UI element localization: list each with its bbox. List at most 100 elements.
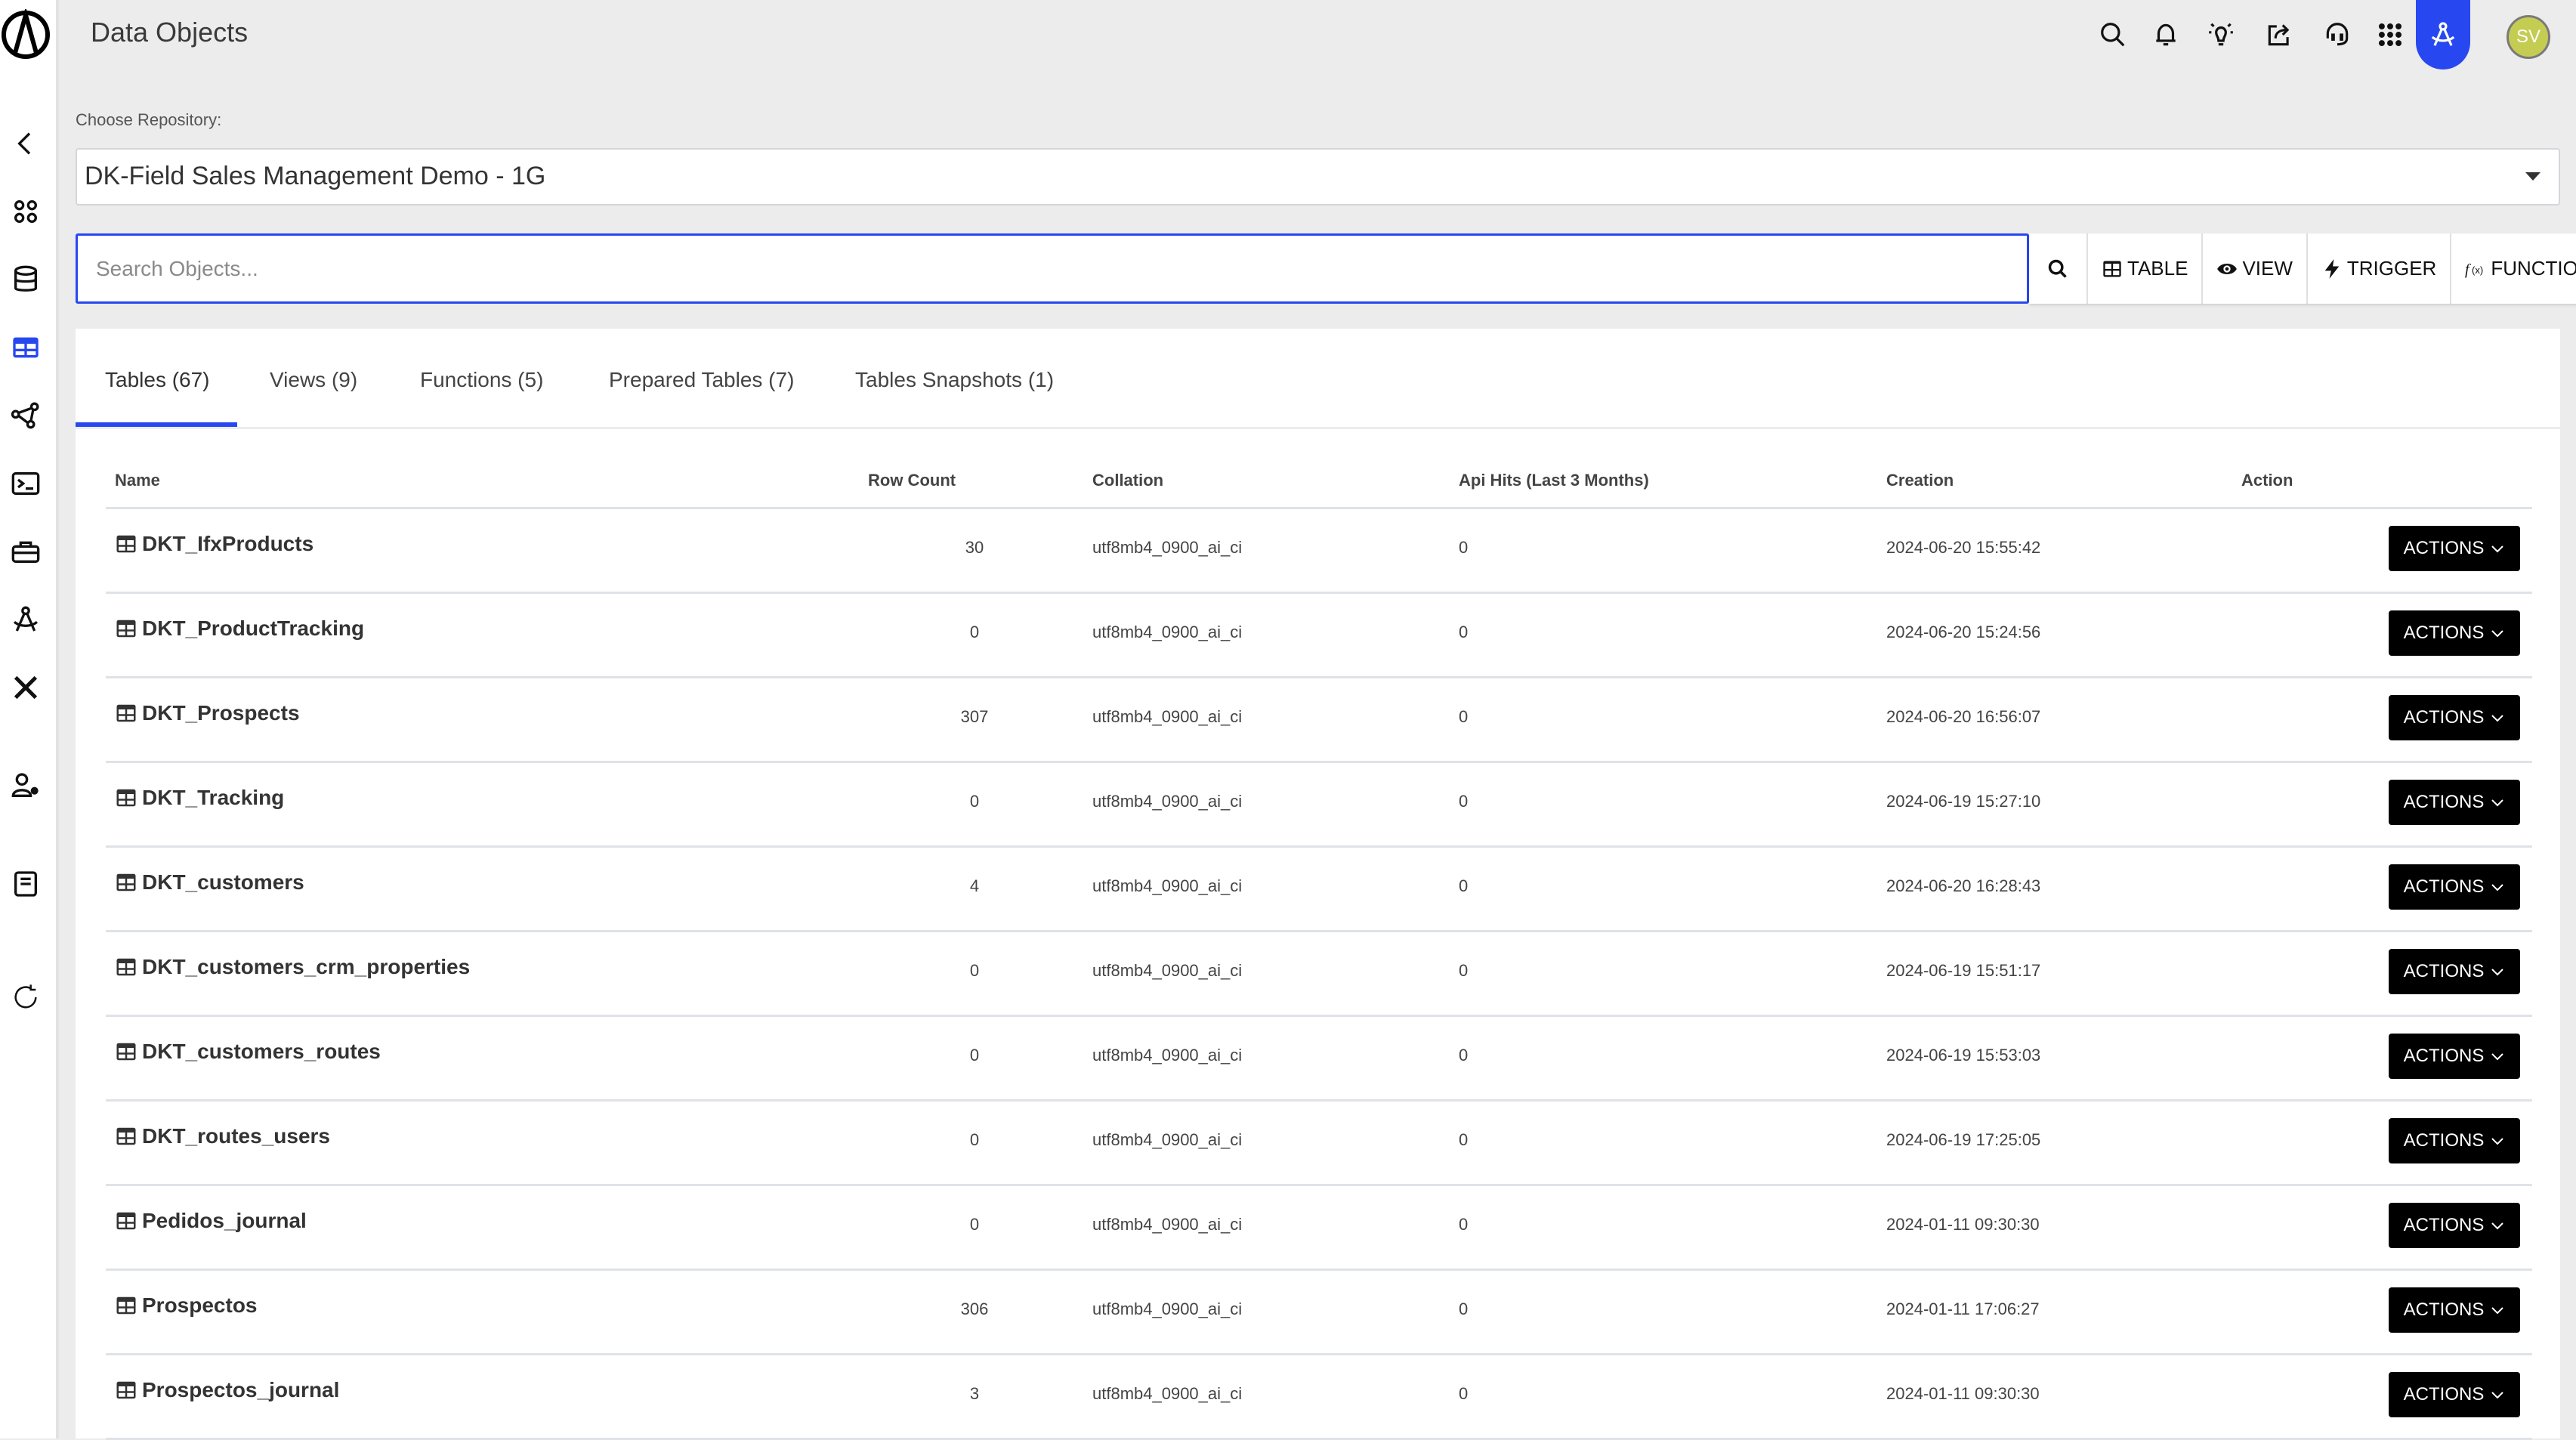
- table-name-text: DKT_routes_users: [142, 1124, 330, 1148]
- api-hits: 0: [1459, 961, 1469, 980]
- table-row[interactable]: DKT_Prospects 307 utf8mb4_0900_ai_ci 0 2…: [106, 678, 2532, 763]
- actions-button[interactable]: ACTIONS: [2389, 1118, 2520, 1163]
- actions-label: ACTIONS: [2403, 876, 2485, 897]
- create-table-button[interactable]: TABLE: [2086, 233, 2202, 304]
- object-tabs: Tables (67) Views (9) Functions (5) Prep…: [76, 329, 2560, 429]
- collation: utf8mb4_0900_ai_ci: [1092, 538, 1243, 557]
- lightbulb-icon[interactable]: [2204, 18, 2238, 51]
- actions-label: ACTIONS: [2403, 961, 2485, 981]
- table-name[interactable]: DKT_Tracking: [115, 786, 284, 810]
- table-name[interactable]: DKT_customers_routes: [115, 1040, 381, 1064]
- share-icon[interactable]: [2262, 18, 2296, 51]
- tab-views[interactable]: Views (9): [270, 368, 357, 392]
- actions-button[interactable]: ACTIONS: [2389, 1287, 2520, 1333]
- lightning-icon: [2324, 258, 2340, 279]
- table-name[interactable]: DKT_Prospects: [115, 701, 300, 725]
- table-row[interactable]: DKT_customers_routes 0 utf8mb4_0900_ai_c…: [106, 1017, 2532, 1102]
- actions-label: ACTIONS: [2403, 538, 2485, 558]
- table-name-text: DKT_Prospects: [142, 701, 300, 725]
- app-logo-icon[interactable]: [0, 6, 53, 62]
- table-name[interactable]: DKT_customers: [115, 870, 304, 895]
- compass-icon: [2431, 22, 2455, 46]
- column-header-collation: Collation: [1092, 471, 1164, 490]
- table-row[interactable]: DKT_routes_users 0 utf8mb4_0900_ai_ci 0 …: [106, 1102, 2532, 1186]
- actions-button[interactable]: ACTIONS: [2389, 1034, 2520, 1079]
- tools-icon[interactable]: [9, 671, 42, 704]
- column-header-row-count: Row Count: [868, 471, 956, 490]
- collapse-chevron-icon[interactable]: [9, 127, 42, 160]
- search-input[interactable]: [76, 233, 2029, 304]
- creation-date: 2024-06-19 17:25:05: [1886, 1130, 2041, 1149]
- book-icon[interactable]: [9, 867, 42, 901]
- data-objects-icon[interactable]: [9, 331, 42, 364]
- tab-functions[interactable]: Functions (5): [420, 368, 543, 392]
- api-hits: 0: [1459, 1299, 1469, 1318]
- repository-select[interactable]: DK-Field Sales Management Demo - 1G: [76, 148, 2560, 205]
- actions-button[interactable]: ACTIONS: [2389, 610, 2520, 656]
- chevron-down-icon: [2491, 1138, 2504, 1145]
- tab-tables[interactable]: Tables (67): [105, 368, 210, 392]
- apps-grid-icon[interactable]: [2374, 18, 2407, 51]
- search-icon[interactable]: [2096, 18, 2130, 51]
- table-row[interactable]: DKT_ProductTracking 0 utf8mb4_0900_ai_ci…: [106, 594, 2532, 678]
- api-hits: 0: [1459, 1384, 1469, 1403]
- table-row[interactable]: DKT_customers_crm_properties 0 utf8mb4_0…: [106, 932, 2532, 1017]
- table-row[interactable]: Pedidos_journal 0 utf8mb4_0900_ai_ci 0 2…: [106, 1186, 2532, 1271]
- create-view-button[interactable]: VIEW: [2201, 233, 2306, 304]
- user-settings-icon[interactable]: [9, 769, 42, 802]
- actions-button[interactable]: ACTIONS: [2389, 780, 2520, 825]
- bell-icon[interactable]: [2149, 18, 2182, 51]
- tab-prepared-tables[interactable]: Prepared Tables (7): [609, 368, 794, 392]
- compass-icon[interactable]: [9, 603, 42, 636]
- table-name-text: DKT_Tracking: [142, 786, 285, 809]
- column-header-action: Action: [2241, 471, 2293, 490]
- toolbox-icon[interactable]: [9, 535, 42, 568]
- table-name[interactable]: Pedidos_journal: [115, 1209, 307, 1233]
- table-row[interactable]: DKT_IfxProducts 30 utf8mb4_0900_ai_ci 0 …: [106, 509, 2532, 594]
- actions-button[interactable]: ACTIONS: [2389, 864, 2520, 910]
- api-hits: 0: [1459, 1215, 1469, 1234]
- create-trigger-button[interactable]: TRIGGER: [2306, 233, 2451, 304]
- create-view-label: VIEW: [2242, 257, 2293, 280]
- creation-date: 2024-06-19 15:27:10: [1886, 792, 2041, 811]
- column-header-creation: Creation: [1886, 471, 1954, 490]
- terminal-icon[interactable]: [9, 467, 42, 500]
- row-count: 0: [969, 961, 980, 980]
- actions-label: ACTIONS: [2403, 1299, 2485, 1320]
- search-button[interactable]: [2029, 233, 2086, 304]
- table-row[interactable]: Prospectos 306 utf8mb4_0900_ai_ci 0 2024…: [106, 1271, 2532, 1355]
- refresh-icon[interactable]: [9, 981, 42, 1014]
- actions-button[interactable]: ACTIONS: [2389, 949, 2520, 994]
- avatar[interactable]: SV: [2507, 15, 2550, 59]
- graph-icon[interactable]: [9, 399, 42, 432]
- database-icon[interactable]: [9, 263, 42, 296]
- table-name[interactable]: DKT_routes_users: [115, 1124, 330, 1148]
- tab-tables-snapshots[interactable]: Tables Snapshots (1): [855, 368, 1054, 392]
- api-hits: 0: [1459, 707, 1469, 726]
- chevron-down-icon: [2491, 630, 2504, 638]
- table-row[interactable]: DKT_Tracking 0 utf8mb4_0900_ai_ci 0 2024…: [106, 763, 2532, 848]
- creation-date: 2024-06-19 15:53:03: [1886, 1046, 2041, 1065]
- svg-text:f: f: [2465, 261, 2471, 278]
- actions-button[interactable]: ACTIONS: [2389, 695, 2520, 740]
- actions-button[interactable]: ACTIONS: [2389, 526, 2520, 571]
- active-compass-button[interactable]: [2416, 0, 2470, 70]
- dashboard-icon[interactable]: [9, 195, 42, 228]
- table-name[interactable]: DKT_customers_crm_properties: [115, 955, 470, 979]
- table-name[interactable]: Prospectos_journal: [115, 1378, 339, 1402]
- api-hits: 0: [1459, 1046, 1469, 1065]
- table-row[interactable]: DKT_customers 4 utf8mb4_0900_ai_ci 0 202…: [106, 848, 2532, 932]
- create-function-button[interactable]: f(x) FUNCTION: [2450, 233, 2576, 304]
- collation: utf8mb4_0900_ai_ci: [1092, 1299, 1243, 1318]
- table-name[interactable]: DKT_ProductTracking: [115, 616, 364, 641]
- actions-label: ACTIONS: [2403, 1384, 2485, 1404]
- table-row[interactable]: Prospectos_journal 3 utf8mb4_0900_ai_ci …: [106, 1355, 2532, 1440]
- actions-button[interactable]: ACTIONS: [2389, 1203, 2520, 1248]
- headset-icon[interactable]: [2321, 18, 2354, 51]
- table-name[interactable]: Prospectos: [115, 1293, 258, 1318]
- create-function-label: FUNCTION: [2491, 257, 2576, 280]
- chevron-down-icon: [2491, 799, 2504, 807]
- creation-date: 2024-01-11 09:30:30: [1886, 1215, 2040, 1234]
- table-name[interactable]: DKT_IfxProducts: [115, 532, 314, 556]
- actions-button[interactable]: ACTIONS: [2389, 1372, 2520, 1417]
